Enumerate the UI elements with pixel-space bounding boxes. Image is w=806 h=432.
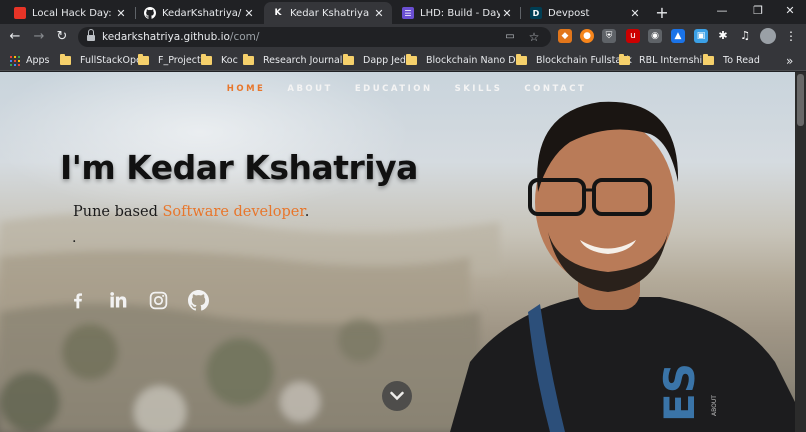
tab-lhd-build[interactable]: ☰ LHD: Build - Day 1 Ch ✕ — [394, 2, 520, 24]
k-logo-icon: K — [274, 8, 282, 18]
bookmark-label: Blockchain Nano D... — [426, 55, 525, 66]
bookmark-label: Apps — [26, 55, 50, 66]
lock-icon — [87, 29, 95, 41]
tab-title: LHD: Build - Day 1 Ch — [420, 7, 500, 19]
window-close-button[interactable]: ✕ — [772, 0, 806, 24]
bookmark-folder[interactable]: To Read — [703, 53, 760, 68]
profile-avatar[interactable] — [760, 28, 776, 44]
bookmark-label: Blockchain Fullstack — [536, 55, 632, 66]
tab-devpost[interactable]: D Devpost ✕ — [522, 2, 648, 24]
chevron-down-icon — [390, 391, 404, 401]
extension-blue-icon[interactable]: ▲ — [671, 29, 685, 43]
new-tab-button[interactable]: + — [653, 4, 671, 22]
facebook-icon[interactable] — [66, 288, 90, 312]
social-links — [66, 288, 210, 312]
tab-title: Devpost — [548, 7, 590, 19]
apps-grid-icon — [10, 55, 20, 66]
close-icon[interactable]: ✕ — [500, 7, 514, 20]
lhd-icon: ☰ — [402, 7, 414, 19]
camera-icon[interactable]: ◉ — [648, 29, 662, 43]
hero-title: I'm Kedar Kshatriya — [60, 148, 418, 187]
page-scrollbar[interactable] — [795, 72, 806, 432]
tab-strip: Local Hack Day: Build ✕ KedarKshatriya/K… — [0, 0, 806, 24]
ublock-icon[interactable]: u — [626, 29, 640, 43]
bookmark-folder[interactable]: Koc — [201, 53, 238, 68]
folder-icon — [406, 54, 417, 65]
github-icon — [144, 7, 156, 19]
hero-subtitle: Pune based Software developer. — [73, 204, 310, 220]
folder-icon — [343, 54, 354, 65]
forward-button[interactable]: → — [30, 28, 48, 46]
minimize-button[interactable]: — — [704, 0, 740, 24]
media-playlist-icon[interactable]: ♫ — [738, 29, 752, 43]
nav-link-home[interactable]: HOME — [227, 84, 266, 94]
puzzle-extensions-icon[interactable]: ✱ — [716, 29, 730, 43]
instagram-icon[interactable] — [146, 288, 170, 312]
bookmark-folder[interactable]: Research Journals — [243, 53, 347, 68]
tab-github-repo[interactable]: KedarKshatriya/Kedar ✕ — [136, 2, 262, 24]
nav-link-about[interactable]: ABOUT — [287, 84, 332, 94]
tab-divider — [520, 7, 521, 19]
shirt-small-text: ABOUT — [711, 395, 718, 416]
bookmark-folder[interactable]: FullStackOpen — [60, 53, 148, 68]
bookmark-label: Koc — [221, 55, 238, 66]
folder-icon — [138, 54, 149, 65]
folder-icon — [619, 54, 630, 65]
bookmark-folder[interactable]: RBL Internship — [619, 53, 708, 68]
bookmark-folder[interactable]: Blockchain Fullstack — [516, 53, 632, 68]
linkedin-icon[interactable] — [106, 288, 130, 312]
folder-icon — [60, 54, 71, 65]
portfolio-page: HOME ABOUT EDUCATION SKILLS CONTACT ES A… — [0, 72, 795, 432]
scrollbar-thumb[interactable] — [797, 74, 804, 126]
hero-subtitle-accent: Software developer — [162, 204, 305, 220]
reload-button[interactable]: ↻ — [53, 28, 71, 46]
tab-title: KedarKshatriya/Kedar — [162, 7, 242, 19]
address-bar[interactable]: kedarkshatriya.github.io/com/ ▭ ☆ — [78, 27, 551, 47]
mlh-icon — [14, 7, 26, 19]
devpost-icon: D — [530, 7, 542, 19]
bookmark-folder[interactable]: Dapp Jedi — [343, 53, 409, 68]
bookmark-label: Dapp Jedi — [363, 55, 409, 66]
url-text[interactable]: kedarkshatriya.github.io/com/ — [102, 31, 259, 43]
folder-icon — [703, 54, 714, 65]
folder-icon — [201, 54, 212, 65]
bookmark-label: RBL Internship — [639, 55, 709, 66]
bookmark-folder[interactable]: Blockchain Nano D... — [406, 53, 525, 68]
close-icon[interactable]: ✕ — [114, 7, 128, 20]
tab-local-hack-day[interactable]: Local Hack Day: Build ✕ — [6, 2, 134, 24]
bookmark-label: F_Project — [158, 55, 201, 66]
shield-icon[interactable]: ⛨ — [602, 29, 616, 43]
bookmark-folder[interactable]: F_Project — [138, 53, 201, 68]
extension-orange-icon[interactable]: ● — [580, 29, 594, 43]
profile-photo: ES ABOUT — [450, 101, 795, 432]
folder-icon — [516, 54, 527, 65]
scroll-down-button[interactable] — [382, 381, 412, 411]
folder-icon — [243, 54, 254, 65]
maximize-button[interactable]: ❐ — [740, 0, 776, 24]
extension-image-icon[interactable]: ▣ — [694, 29, 708, 43]
bookmarks-bar: Apps FullStackOpen F_Project Koc Researc… — [0, 50, 806, 71]
close-icon[interactable]: ✕ — [628, 7, 642, 20]
hero-trailing-text: . — [72, 230, 77, 246]
github-icon[interactable] — [186, 288, 210, 312]
metamask-icon[interactable]: ◆ — [558, 29, 572, 43]
shirt-text: ES — [655, 363, 704, 422]
browser-toolbar: ← → ↻ kedarkshatriya.github.io/com/ ▭ ☆ … — [0, 24, 806, 69]
nav-link-education[interactable]: EDUCATION — [355, 84, 433, 94]
cast-icon[interactable]: ▭ — [503, 30, 517, 44]
bookmark-label: Research Journals — [263, 55, 348, 66]
bookmark-star-icon[interactable]: ☆ — [527, 30, 541, 44]
back-button[interactable]: ← — [6, 28, 24, 46]
bookmark-label: To Read — [723, 55, 760, 66]
bookmark-apps[interactable]: Apps — [10, 53, 50, 68]
tab-title: Kedar Kshatriya Devel — [290, 7, 372, 19]
bookmarks-overflow-button[interactable]: » — [786, 53, 793, 68]
close-icon[interactable]: ✕ — [242, 7, 256, 20]
tab-title: Local Hack Day: Build — [32, 7, 114, 19]
tab-kedar-portfolio[interactable]: K Kedar Kshatriya Devel ✕ — [264, 2, 392, 24]
close-icon[interactable]: ✕ — [372, 7, 386, 20]
menu-kebab-icon[interactable]: ⋮ — [784, 29, 798, 43]
